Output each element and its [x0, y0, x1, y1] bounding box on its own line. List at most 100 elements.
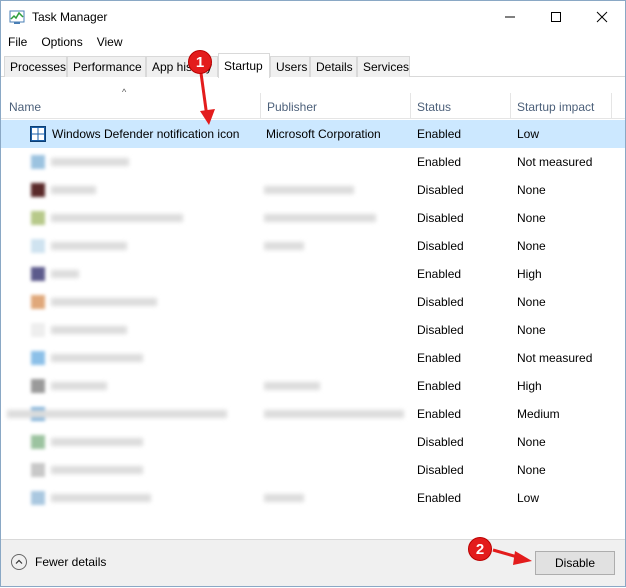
row-impact: High: [517, 379, 542, 393]
blurred-name: [51, 438, 143, 446]
table-row[interactable]: Windows Defender notification icon Micro…: [1, 120, 625, 148]
fewer-details-toggle[interactable]: Fewer details: [11, 554, 106, 570]
menu-options[interactable]: Options: [34, 35, 89, 49]
blurred-name: [51, 466, 143, 474]
table-row[interactable]: Disabled None: [1, 288, 625, 316]
minimize-button[interactable]: [487, 1, 533, 32]
row-impact: Not measured: [517, 351, 593, 365]
blurred-name: [51, 214, 183, 222]
row-impact: None: [517, 183, 546, 197]
column-startup-impact[interactable]: Startup impact: [511, 89, 611, 119]
blurred-app-icon: [31, 491, 45, 505]
row-impact: High: [517, 267, 542, 281]
tab-performance[interactable]: Performance: [67, 56, 146, 77]
tab-startup[interactable]: Startup: [218, 53, 270, 78]
minimize-icon: [505, 16, 515, 17]
menu-view[interactable]: View: [90, 35, 130, 49]
blurred-app-icon: [31, 183, 45, 197]
window-title: Task Manager: [32, 9, 108, 24]
blurred-publisher: [264, 494, 304, 502]
table-row[interactable]: Enabled High: [1, 260, 625, 288]
row-status: Enabled: [417, 155, 462, 169]
task-manager-window: Task Manager File Options View Processes…: [0, 0, 626, 587]
blurred-publisher: [264, 186, 354, 194]
annotation-badge-2: 2: [468, 537, 492, 561]
table-row[interactable]: Disabled None: [1, 232, 625, 260]
row-name: Windows Defender notification icon: [52, 127, 240, 141]
disable-button[interactable]: Disable: [535, 551, 615, 575]
row-impact: None: [517, 295, 546, 309]
blurred-app-icon: [31, 155, 45, 169]
close-button[interactable]: [579, 1, 625, 32]
blurred-app-icon: [31, 351, 45, 365]
blurred-name: [51, 382, 107, 390]
blurred-publisher: [264, 382, 320, 390]
row-status: Disabled: [417, 239, 464, 253]
blurred-app-icon: [31, 239, 45, 253]
table-row[interactable]: Disabled None: [1, 204, 625, 232]
row-status: Disabled: [417, 435, 464, 449]
blurred-name: [7, 410, 227, 418]
column-name[interactable]: Name: [3, 89, 260, 119]
blurred-publisher: [264, 410, 404, 418]
row-impact: None: [517, 463, 546, 477]
windows-defender-icon: [30, 126, 46, 142]
blurred-publisher: [264, 242, 304, 250]
row-status: Disabled: [417, 211, 464, 225]
row-status: Enabled: [417, 351, 462, 365]
blurred-name: [51, 326, 127, 334]
blurred-name: [51, 158, 129, 166]
row-impact: None: [517, 239, 546, 253]
title-bar: Task Manager: [1, 1, 625, 32]
tab-processes[interactable]: Processes: [4, 56, 67, 77]
tab-users[interactable]: Users: [270, 56, 310, 77]
maximize-icon: [551, 11, 561, 22]
blurred-name: [51, 270, 79, 278]
table-row[interactable]: Enabled Not measured: [1, 344, 625, 372]
column-publisher[interactable]: Publisher: [261, 89, 410, 119]
column-divider[interactable]: [611, 93, 612, 119]
tab-details[interactable]: Details: [310, 56, 357, 77]
column-header: ^ Name Publisher Status Startup impact: [1, 87, 625, 119]
blurred-app-icon: [31, 463, 45, 477]
row-status: Enabled: [417, 407, 462, 421]
blurred-app-icon: [31, 295, 45, 309]
blurred-app-icon: [31, 211, 45, 225]
row-status: Disabled: [417, 323, 464, 337]
row-status: Disabled: [417, 463, 464, 477]
menu-bar: File Options View: [1, 32, 130, 52]
tab-services[interactable]: Services: [357, 56, 410, 77]
table-row[interactable]: Enabled Medium: [1, 400, 625, 428]
row-status: Enabled: [417, 267, 462, 281]
table-row[interactable]: Enabled High: [1, 372, 625, 400]
menu-file[interactable]: File: [1, 35, 34, 49]
blurred-name: [51, 298, 157, 306]
table-row[interactable]: Disabled None: [1, 316, 625, 344]
footer-bar: Fewer details Disable: [1, 539, 625, 586]
blurred-name: [51, 354, 143, 362]
blurred-app-icon: [31, 267, 45, 281]
maximize-button[interactable]: [533, 1, 579, 32]
table-row[interactable]: Disabled None: [1, 428, 625, 456]
row-impact: None: [517, 435, 546, 449]
blurred-name: [51, 242, 127, 250]
table-row[interactable]: Enabled Not measured: [1, 148, 625, 176]
chevron-up-icon: [11, 554, 27, 570]
blurred-name: [51, 186, 96, 194]
row-status: Enabled: [417, 379, 462, 393]
tab-strip: Processes Performance App history Startu…: [1, 53, 625, 78]
row-impact: None: [517, 211, 546, 225]
blurred-app-icon: [31, 435, 45, 449]
table-row[interactable]: Enabled Low: [1, 484, 625, 512]
column-status[interactable]: Status: [411, 89, 510, 119]
close-icon: [596, 11, 608, 22]
blurred-app-icon: [31, 323, 45, 337]
row-impact: Not measured: [517, 155, 593, 169]
blurred-name: [51, 494, 151, 502]
table-row[interactable]: Disabled None: [1, 176, 625, 204]
row-status: Enabled: [417, 491, 462, 505]
table-row[interactable]: Disabled None: [1, 456, 625, 484]
row-publisher: Microsoft Corporation: [266, 127, 381, 141]
fewer-details-label: Fewer details: [35, 555, 107, 569]
blurred-app-icon: [31, 379, 45, 393]
